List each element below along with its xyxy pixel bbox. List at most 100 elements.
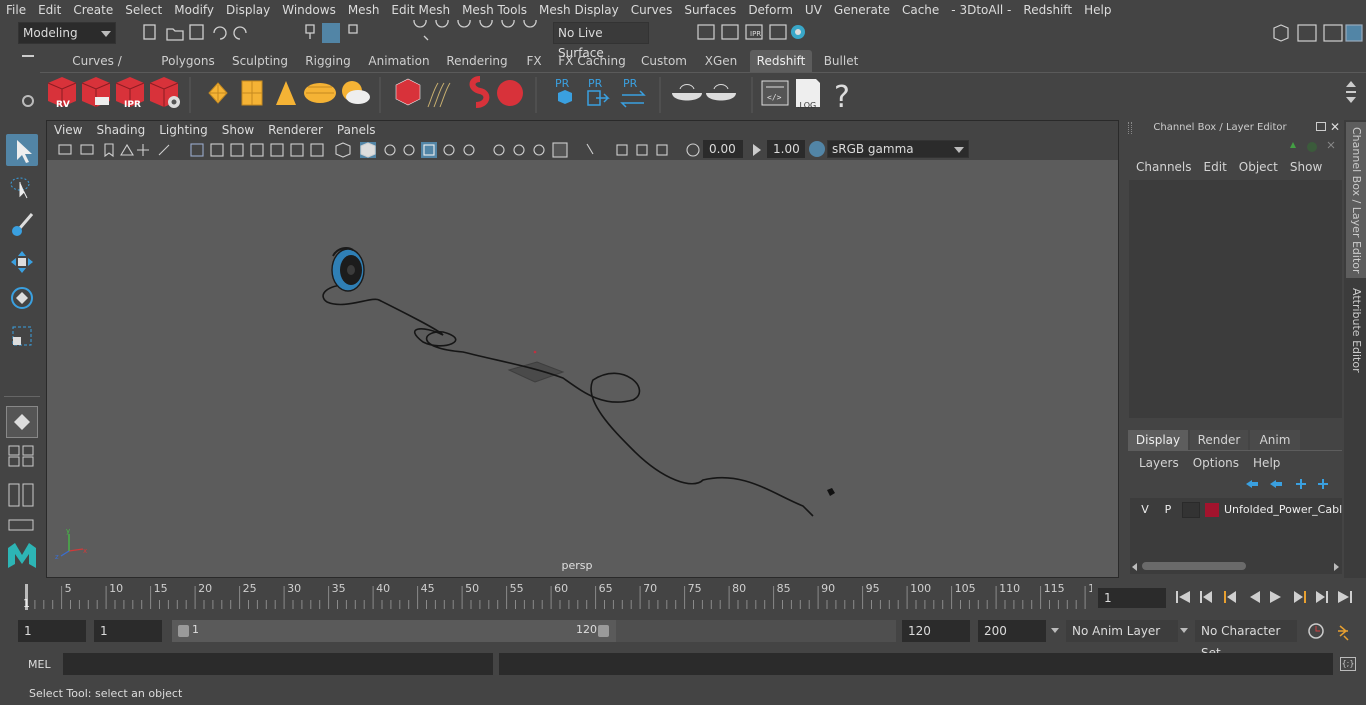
layer-name[interactable]: Unfolded_Power_Cabl (1224, 502, 1342, 518)
menu-create[interactable]: Create (67, 3, 119, 17)
shelf-tab-bullet[interactable]: Bullet (818, 50, 864, 72)
channel-box-menu-edit[interactable]: Edit (1198, 160, 1233, 174)
scroll-right-arrow[interactable] (1334, 563, 1339, 571)
layer-playback-toggle[interactable]: P (1159, 502, 1177, 518)
layer-reference-toggle[interactable] (1182, 502, 1200, 518)
current-frame-field[interactable]: 1 (1098, 588, 1166, 608)
chevron-down-icon[interactable] (1051, 628, 1059, 633)
menu-modify[interactable]: Modify (168, 3, 220, 17)
menu-select[interactable]: Select (119, 3, 168, 17)
3d-viewport[interactable]: x y z persp (47, 160, 1118, 577)
side-tab-attribute-editor[interactable]: Attribute Editor (1346, 282, 1366, 378)
viewport-menu-shading[interactable]: Shading (89, 123, 152, 137)
shelf-tab-redshift[interactable]: Redshift (750, 50, 812, 72)
layer-row[interactable]: V P Unfolded_Power_Cabl (1132, 500, 1342, 520)
menu-edit-mesh[interactable]: Edit Mesh (385, 3, 456, 17)
scale-tool-button[interactable] (6, 320, 38, 352)
menu-mesh-display[interactable]: Mesh Display (533, 3, 625, 17)
layer-tab-display[interactable]: Display (1128, 430, 1188, 450)
playback-start-field[interactable]: 1 (94, 620, 162, 642)
menu-windows[interactable]: Windows (276, 3, 342, 17)
menu-uv[interactable]: UV (799, 3, 828, 17)
menu-set-dropdown[interactable]: Modeling (18, 22, 116, 44)
layer-menu-help[interactable]: Help (1246, 456, 1287, 470)
select-tool-button[interactable] (6, 134, 38, 166)
viewport-menu-renderer[interactable]: Renderer (261, 123, 330, 137)
range-slider[interactable]: 1 120 (172, 620, 616, 642)
script-language-label[interactable]: MEL (28, 658, 51, 671)
layer-menu-layers[interactable]: Layers (1132, 456, 1186, 470)
anim-prefs-icons[interactable] (1304, 620, 1364, 642)
shelf-tab-fx-caching[interactable]: FX Caching (556, 50, 628, 72)
channel-box-toggle-icons[interactable] (1282, 138, 1342, 156)
shelf-tab-animation[interactable]: Animation (364, 50, 434, 72)
shelf-tab-xgen[interactable]: XGen (700, 50, 742, 72)
menu-file[interactable]: File (0, 3, 32, 17)
shelf-scroll-arrows[interactable] (1346, 79, 1358, 109)
menu-edit[interactable]: Edit (32, 3, 67, 17)
shelf-settings-icon[interactable] (22, 95, 34, 107)
menu-cache[interactable]: Cache (896, 3, 945, 17)
scene-view[interactable]: x y z (47, 160, 1118, 577)
exposure-field[interactable]: 0.00 (703, 140, 743, 158)
close-panel-icon[interactable]: ✕ (1330, 120, 1340, 134)
character-set-dropdown[interactable]: No Character Set (1195, 620, 1297, 660)
shelf-tab-polygons[interactable]: Polygons (156, 50, 220, 72)
scroll-left-arrow[interactable] (1132, 563, 1137, 571)
viewport-menu-panels[interactable]: Panels (330, 123, 383, 137)
menu-3dtoall[interactable]: - 3DtoAll - (945, 3, 1017, 17)
layer-color-swatch[interactable] (1205, 503, 1219, 517)
menu-redshift[interactable]: Redshift (1017, 3, 1078, 17)
start-time-field[interactable]: 1 (18, 620, 86, 642)
shelf-tab-custom[interactable]: Custom (636, 50, 692, 72)
range-end-handle[interactable] (598, 625, 609, 637)
move-tool-button[interactable] (6, 246, 38, 278)
shelf-tab-sculpting[interactable]: Sculpting (228, 50, 292, 72)
live-surface-field[interactable]: No Live Surface (553, 22, 649, 60)
menu-help[interactable]: Help (1078, 3, 1117, 17)
shelf-tab-fx[interactable]: FX (520, 50, 548, 72)
playback-end-field[interactable]: 120 (902, 620, 970, 642)
anim-layer-dropdown[interactable]: No Anim Layer (1066, 620, 1178, 642)
paint-select-tool-button[interactable] (6, 208, 38, 240)
range-start-handle[interactable] (178, 625, 189, 637)
shelf-tab-rigging[interactable]: Rigging (300, 50, 356, 72)
channel-box-menu-channels[interactable]: Channels (1130, 160, 1198, 174)
channel-box-menu-object[interactable]: Object (1233, 160, 1284, 174)
menu-display[interactable]: Display (220, 3, 276, 17)
four-view-layout-button[interactable] (6, 444, 38, 468)
menu-surfaces[interactable]: Surfaces (678, 3, 742, 17)
menu-curves[interactable]: Curves (625, 3, 679, 17)
color-space-dropdown[interactable]: sRGB gamma (827, 140, 969, 158)
viewport-menu-view[interactable]: View (47, 123, 89, 137)
end-time-field[interactable]: 200 (978, 620, 1046, 642)
lasso-tool-button[interactable] (6, 172, 38, 204)
script-editor-icon[interactable]: {;} (1340, 657, 1356, 671)
float-panel-icon[interactable] (1316, 122, 1326, 131)
shelf-menu-icon[interactable] (22, 55, 34, 57)
menu-generate[interactable]: Generate (828, 3, 896, 17)
viewport-toolbar-icons[interactable] (47, 140, 707, 160)
viewport-menu-show[interactable]: Show (215, 123, 261, 137)
channel-list[interactable] (1129, 180, 1342, 418)
gamma-field[interactable]: 1.00 (767, 140, 805, 158)
persp-outliner-layout-button[interactable] (6, 482, 38, 508)
layer-menu-options[interactable]: Options (1186, 456, 1246, 470)
shelf-tab-curves-surfaces[interactable]: Curves / Surfaces (48, 50, 146, 90)
rotate-tool-button[interactable] (6, 282, 38, 314)
chevron-down-icon[interactable] (1180, 628, 1188, 633)
shelf-tab-rendering[interactable]: Rendering (442, 50, 512, 72)
side-tab-channel-box[interactable]: Channel Box / Layer Editor (1346, 122, 1366, 278)
command-input[interactable] (63, 653, 493, 675)
layer-visibility-toggle[interactable]: V (1136, 502, 1154, 518)
menu-deform[interactable]: Deform (742, 3, 799, 17)
menu-mesh[interactable]: Mesh (342, 3, 386, 17)
menu-mesh-tools[interactable]: Mesh Tools (456, 3, 533, 17)
layer-tab-anim[interactable]: Anim (1250, 430, 1300, 450)
viewport-menu-lighting[interactable]: Lighting (152, 123, 215, 137)
time-slider[interactable]: 5 10 15 20 25 30 35 40 45 50 55 60 65 70 75 80 85 90 95 100… (18, 580, 1102, 610)
persp-graph-layout-button[interactable] (6, 518, 38, 532)
scroll-thumb[interactable] (1142, 562, 1246, 570)
layer-tab-render[interactable]: Render (1190, 430, 1248, 450)
single-perspective-layout-button[interactable] (6, 406, 38, 438)
